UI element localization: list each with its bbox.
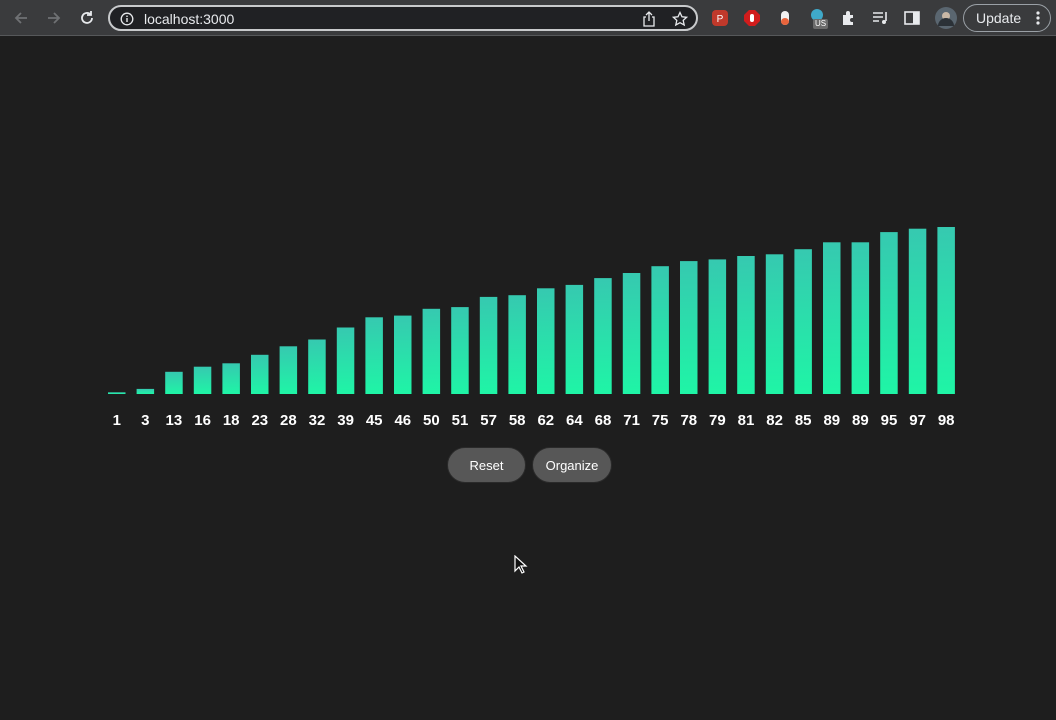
bar xyxy=(308,339,326,394)
bar-value-label: 50 xyxy=(423,412,440,429)
bar xyxy=(479,296,498,394)
bar xyxy=(851,242,870,394)
bar-value-label: 39 xyxy=(337,412,354,429)
organize-button[interactable]: Organize xyxy=(532,447,612,483)
bar-value-label: 68 xyxy=(595,412,612,429)
bar xyxy=(508,295,526,394)
bar-value-label: 45 xyxy=(366,412,383,429)
bar-value-label: 58 xyxy=(509,412,526,429)
bar xyxy=(651,266,669,394)
svg-text:P: P xyxy=(717,14,724,25)
address-bar[interactable]: localhost:3000 xyxy=(108,5,698,31)
bar-value-label: 71 xyxy=(623,412,640,429)
language-extension-icon[interactable]: US xyxy=(808,8,832,29)
bar xyxy=(937,227,955,394)
browser-toolbar: localhost:3000 P US Update xyxy=(0,0,1056,36)
bar-value-label: 57 xyxy=(480,412,497,429)
page-content: 1 3 13 16 18 23 28 32 39 45 46 50 51 57 58 62 64 68 71 75 78… xyxy=(0,36,1056,720)
bar xyxy=(737,256,755,394)
bar-value-label: 51 xyxy=(452,412,469,429)
bar-value-label: 64 xyxy=(566,412,583,429)
bar-value-label: 46 xyxy=(394,412,411,429)
bar xyxy=(279,346,298,394)
bar xyxy=(908,228,927,394)
bar xyxy=(537,288,555,394)
bar-value-label: 89 xyxy=(852,412,869,429)
url-text[interactable]: localhost:3000 xyxy=(144,11,234,27)
bar xyxy=(565,284,584,394)
bar-value-label: 18 xyxy=(223,412,240,429)
profile-avatar[interactable] xyxy=(934,6,958,30)
bar-value-label: 82 xyxy=(766,412,783,429)
reset-button[interactable]: Reset xyxy=(447,447,526,483)
bar-value-label: 97 xyxy=(909,412,926,429)
bar-value-label: 16 xyxy=(194,412,211,429)
bar xyxy=(451,307,469,394)
bar-value-label: 75 xyxy=(652,412,669,429)
bar xyxy=(365,317,383,394)
more-vertical-icon[interactable] xyxy=(1036,10,1040,29)
bar-value-label: 1 xyxy=(113,412,121,429)
share-icon[interactable] xyxy=(640,10,658,28)
reading-list-icon[interactable] xyxy=(870,8,890,28)
bar-value-label: 79 xyxy=(709,412,726,429)
reload-icon[interactable] xyxy=(76,7,98,29)
side-panel-icon[interactable] xyxy=(902,8,922,28)
bar-value-label: 85 xyxy=(795,412,812,429)
bar xyxy=(594,278,612,394)
bar xyxy=(251,354,269,394)
bar xyxy=(708,259,727,394)
bar-labels-group: 1 3 13 16 18 23 28 32 39 45 46 50 51 57 58 62 64 68 71 75 78… xyxy=(113,412,955,429)
bar-value-label: 81 xyxy=(738,412,755,429)
bar-value-label: 3 xyxy=(141,412,149,429)
update-label: Update xyxy=(976,10,1022,26)
bar xyxy=(880,232,898,394)
bar xyxy=(165,371,183,394)
bar-value-label: 89 xyxy=(823,412,840,429)
bar xyxy=(222,363,240,394)
pinterest-extension-icon[interactable]: P xyxy=(710,8,730,28)
bar xyxy=(193,366,212,394)
bar-value-label: 28 xyxy=(280,412,297,429)
bar xyxy=(394,315,412,394)
back-arrow-icon[interactable] xyxy=(10,7,32,29)
bar-value-label: 23 xyxy=(251,412,268,429)
bar xyxy=(422,308,441,394)
puzzle-icon[interactable] xyxy=(839,8,859,28)
bar xyxy=(336,327,355,394)
extension-badge: US xyxy=(813,19,829,29)
bar xyxy=(680,261,698,394)
bar-value-label: 95 xyxy=(881,412,898,429)
bar-value-label: 13 xyxy=(166,412,183,429)
star-icon[interactable] xyxy=(671,10,689,28)
update-button[interactable]: Update xyxy=(963,4,1051,32)
adblock-extension-icon[interactable] xyxy=(742,8,762,28)
bar-value-label: 62 xyxy=(537,412,554,429)
bar-value-label: 32 xyxy=(309,412,326,429)
bar-chart: 1 3 13 16 18 23 28 32 39 45 46 50 51 57 58 62 64 68 71 75 78… xyxy=(108,227,955,429)
control-buttons: Reset Organize xyxy=(0,447,1056,483)
bar xyxy=(823,242,841,394)
bars-group xyxy=(108,227,955,394)
bar xyxy=(136,388,155,394)
forward-arrow-icon[interactable] xyxy=(43,7,65,29)
bar xyxy=(794,249,812,394)
info-icon[interactable] xyxy=(118,10,136,28)
bar-value-label: 78 xyxy=(680,412,697,429)
bar xyxy=(622,273,641,394)
mouse-cursor-icon xyxy=(514,554,528,580)
bar-value-label: 98 xyxy=(938,412,955,429)
capsule-extension-icon[interactable] xyxy=(775,8,795,28)
bar xyxy=(765,254,784,394)
bar xyxy=(108,392,126,394)
